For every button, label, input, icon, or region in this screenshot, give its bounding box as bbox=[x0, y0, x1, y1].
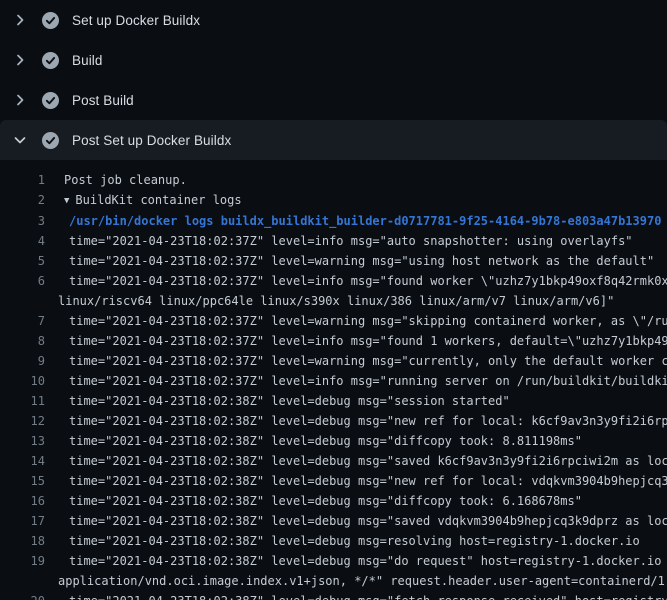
log-text: time="2021-04-23T18:02:37Z" level=info m… bbox=[45, 231, 667, 251]
log-line: 14time="2021-04-23T18:02:38Z" level=debu… bbox=[0, 451, 667, 471]
check-circle-icon bbox=[42, 52, 59, 69]
line-number[interactable]: 12 bbox=[0, 411, 45, 431]
log-text-wrapped: linux/riscv64 linux/ppc64le linux/s390x … bbox=[45, 291, 667, 311]
group-expanded-triangle-icon: ▼ bbox=[64, 191, 69, 211]
log-text: time="2021-04-23T18:02:38Z" level=debug … bbox=[45, 431, 667, 451]
line-number[interactable]: 6 bbox=[0, 271, 45, 291]
log-line-continuation: linux/riscv64 linux/ppc64le linux/s390x … bbox=[0, 291, 667, 311]
step-label: Build bbox=[72, 53, 103, 68]
log-text: time="2021-04-23T18:02:38Z" level=debug … bbox=[45, 511, 667, 531]
log-line: 15time="2021-04-23T18:02:38Z" level=debu… bbox=[0, 471, 667, 491]
log-area: 1Post job cleanup.2 ▼ BuildKit container l… bbox=[0, 160, 667, 600]
step-list: Set up Docker Buildx Build Post Build Po… bbox=[0, 0, 667, 160]
log-line: 17time="2021-04-23T18:02:38Z" level=debu… bbox=[0, 511, 667, 531]
log-text: time="2021-04-23T18:02:37Z" level=warnin… bbox=[45, 251, 667, 271]
chevron-down-icon bbox=[12, 132, 28, 148]
log-text: time="2021-04-23T18:02:38Z" level=debug … bbox=[45, 591, 667, 600]
log-text: time="2021-04-23T18:02:38Z" level=debug … bbox=[45, 451, 667, 471]
log-line: 3/usr/bin/docker logs buildx_buildkit_bu… bbox=[0, 211, 667, 231]
log-line: 6time="2021-04-23T18:02:37Z" level=info … bbox=[0, 271, 667, 291]
log-text: time="2021-04-23T18:02:38Z" level=debug … bbox=[45, 471, 667, 491]
log-text: time="2021-04-23T18:02:38Z" level=debug … bbox=[45, 391, 667, 411]
line-number[interactable]: 4 bbox=[0, 231, 45, 251]
log-text: time="2021-04-23T18:02:38Z" level=debug … bbox=[45, 551, 667, 571]
line-number[interactable]: 20 bbox=[0, 591, 45, 600]
check-circle-icon bbox=[42, 132, 59, 149]
log-line: 18time="2021-04-23T18:02:38Z" level=debu… bbox=[0, 531, 667, 551]
line-number[interactable]: 7 bbox=[0, 311, 45, 331]
log-text: time="2021-04-23T18:02:37Z" level=info m… bbox=[45, 271, 667, 291]
log-line: 12time="2021-04-23T18:02:38Z" level=debu… bbox=[0, 411, 667, 431]
log-text: time="2021-04-23T18:02:38Z" level=debug … bbox=[45, 411, 667, 431]
step-header-post-build[interactable]: Post Build bbox=[0, 80, 667, 120]
log-line: 9time="2021-04-23T18:02:37Z" level=warni… bbox=[0, 351, 667, 371]
chevron-right-icon bbox=[12, 12, 28, 28]
line-number[interactable]: 14 bbox=[0, 451, 45, 471]
line-number[interactable]: 9 bbox=[0, 351, 45, 371]
log-line: 1Post job cleanup. bbox=[0, 170, 667, 190]
actions-log-viewer: Set up Docker Buildx Build Post Build Po… bbox=[0, 0, 667, 600]
log-text: time="2021-04-23T18:02:38Z" level=debug … bbox=[45, 531, 667, 551]
log-line: 8time="2021-04-23T18:02:37Z" level=info … bbox=[0, 331, 667, 351]
line-number-empty bbox=[0, 291, 45, 311]
line-number[interactable]: 2 bbox=[0, 190, 45, 211]
log-command-text: /usr/bin/docker logs buildx_buildkit_bui… bbox=[45, 211, 667, 231]
line-number[interactable]: 15 bbox=[0, 471, 45, 491]
log-line: 7time="2021-04-23T18:02:37Z" level=warni… bbox=[0, 311, 667, 331]
line-number[interactable]: 5 bbox=[0, 251, 45, 271]
log-text-wrapped: application/vnd.oci.image.index.v1+json,… bbox=[45, 571, 667, 591]
log-line: 16time="2021-04-23T18:02:38Z" level=debu… bbox=[0, 491, 667, 511]
log-text: Post job cleanup. bbox=[45, 170, 667, 190]
line-number[interactable]: 16 bbox=[0, 491, 45, 511]
log-line: 19time="2021-04-23T18:02:38Z" level=debu… bbox=[0, 551, 667, 571]
log-line-continuation: application/vnd.oci.image.index.v1+json,… bbox=[0, 571, 667, 591]
line-number[interactable]: 13 bbox=[0, 431, 45, 451]
step-header-set-up-docker-buildx[interactable]: Set up Docker Buildx bbox=[0, 0, 667, 40]
step-label: Post Build bbox=[72, 93, 134, 108]
log-text: time="2021-04-23T18:02:37Z" level=warnin… bbox=[45, 311, 667, 331]
log-line: 20time="2021-04-23T18:02:38Z" level=debu… bbox=[0, 591, 667, 600]
log-text: time="2021-04-23T18:02:37Z" level=info m… bbox=[45, 331, 667, 351]
step-header-post-set-up-docker-buildx[interactable]: Post Set up Docker Buildx bbox=[0, 120, 667, 160]
log-line: 10time="2021-04-23T18:02:37Z" level=info… bbox=[0, 371, 667, 391]
check-circle-icon bbox=[42, 12, 59, 29]
line-number[interactable]: 8 bbox=[0, 331, 45, 351]
log-line: 5time="2021-04-23T18:02:37Z" level=warni… bbox=[0, 251, 667, 271]
log-text: time="2021-04-23T18:02:38Z" level=debug … bbox=[45, 491, 667, 511]
line-number-empty bbox=[0, 571, 45, 591]
step-label: Post Set up Docker Buildx bbox=[72, 133, 231, 148]
line-number[interactable]: 10 bbox=[0, 371, 45, 391]
chevron-right-icon bbox=[12, 92, 28, 108]
log-group-title: BuildKit container logs bbox=[75, 193, 241, 207]
log-line: 11time="2021-04-23T18:02:38Z" level=debu… bbox=[0, 391, 667, 411]
log-line: 2 ▼ BuildKit container logs bbox=[0, 190, 667, 211]
line-number[interactable]: 11 bbox=[0, 391, 45, 411]
check-circle-icon bbox=[42, 92, 59, 109]
log-line: 13time="2021-04-23T18:02:38Z" level=debu… bbox=[0, 431, 667, 451]
line-number[interactable]: 18 bbox=[0, 531, 45, 551]
log-group-toggle[interactable]: ▼ BuildKit container logs bbox=[45, 190, 667, 211]
step-header-build[interactable]: Build bbox=[0, 40, 667, 80]
line-number[interactable]: 17 bbox=[0, 511, 45, 531]
chevron-right-icon bbox=[12, 52, 28, 68]
log-text: time="2021-04-23T18:02:37Z" level=warnin… bbox=[45, 351, 667, 371]
log-text: time="2021-04-23T18:02:37Z" level=info m… bbox=[45, 371, 667, 391]
line-number[interactable]: 3 bbox=[0, 211, 45, 231]
log-line: 4time="2021-04-23T18:02:37Z" level=info … bbox=[0, 231, 667, 251]
step-label: Set up Docker Buildx bbox=[72, 13, 200, 28]
line-number[interactable]: 19 bbox=[0, 551, 45, 571]
line-number[interactable]: 1 bbox=[0, 170, 45, 190]
